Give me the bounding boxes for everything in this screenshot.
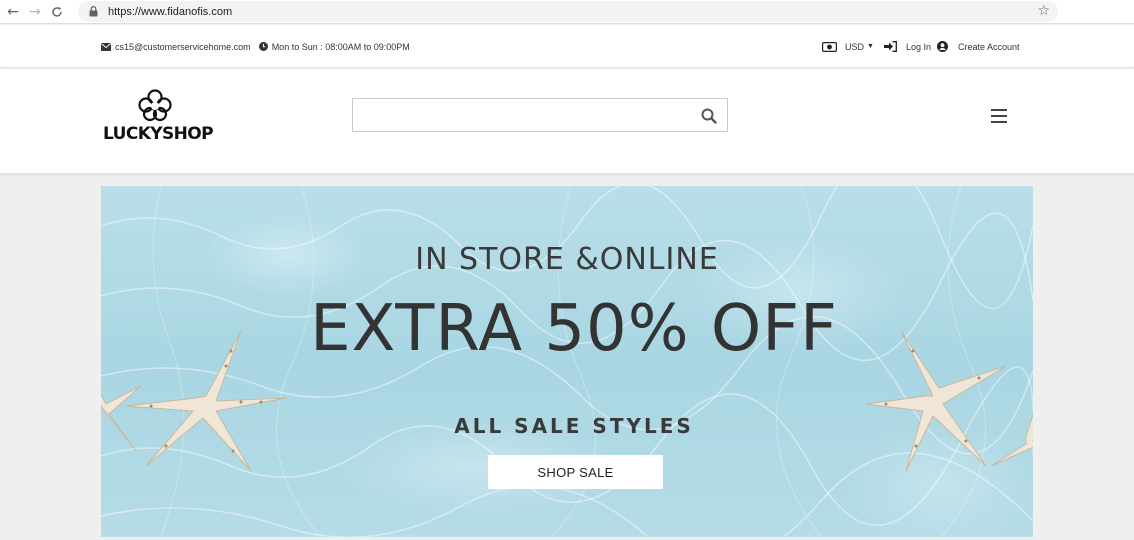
login-label: Log In [905, 41, 931, 52]
email-contact[interactable]: cs15@customerservicehome.com [101, 42, 251, 52]
clock-icon [258, 42, 268, 51]
create-account-link[interactable]: Create Account [936, 41, 1020, 52]
user-circle-icon [936, 41, 948, 52]
shop-sale-button[interactable]: SHOP SALE [488, 455, 663, 489]
sign-in-icon [883, 41, 897, 52]
email-text: cs15@customerservicehome.com [115, 41, 251, 52]
currency-selector[interactable]: USD ▼ [822, 42, 874, 52]
address-bar[interactable]: https://www.fidanofis.com ☆ [78, 1, 1058, 22]
hamburger-menu-icon[interactable] [991, 109, 1007, 123]
search-icon[interactable] [699, 106, 719, 126]
create-account-label: Create Account [957, 41, 1020, 52]
hours-text: Mon to Sun : 08:00AM to 09:00PM [271, 41, 410, 52]
search-input[interactable] [353, 99, 683, 131]
login-link[interactable]: Log In [883, 41, 931, 52]
banner-tagline: ALL SALE STYLES [454, 414, 694, 438]
star-icon[interactable]: ☆ [1037, 3, 1050, 19]
business-hours: Mon to Sun : 08:00AM to 09:00PM [258, 41, 410, 52]
envelope-icon [101, 42, 111, 51]
browser-toolbar: ← → https://www.fidanofis.com ☆ [0, 0, 1134, 24]
arrow-left-icon[interactable]: ← [2, 1, 24, 23]
reload-icon[interactable] [46, 1, 68, 23]
search-box[interactable] [352, 98, 728, 132]
site-logo[interactable]: LUCKYSHOP [103, 88, 214, 144]
banner-headline: EXTRA 50% OFF [310, 292, 838, 366]
lock-icon [86, 5, 100, 19]
flower-logo-icon [138, 89, 172, 122]
logo-text: LUCKYSHOP [103, 124, 214, 144]
promo-banner[interactable]: IN STORE &ONLINE EXTRA 50% OFF ALL SALE … [101, 186, 1033, 537]
caret-down-icon: ▼ [867, 43, 874, 50]
money-icon [822, 41, 837, 52]
banner-subheading: IN STORE &ONLINE [415, 242, 719, 277]
starfish-illustration [101, 385, 141, 452]
site-header: LUCKYSHOP [0, 69, 1134, 173]
url-text: https://www.fidanofis.com [108, 5, 233, 18]
top-info-bar: cs15@customerservicehome.com Mon to Sun … [0, 25, 1134, 68]
currency-label: USD [845, 41, 865, 52]
arrow-right-icon[interactable]: → [24, 1, 46, 23]
